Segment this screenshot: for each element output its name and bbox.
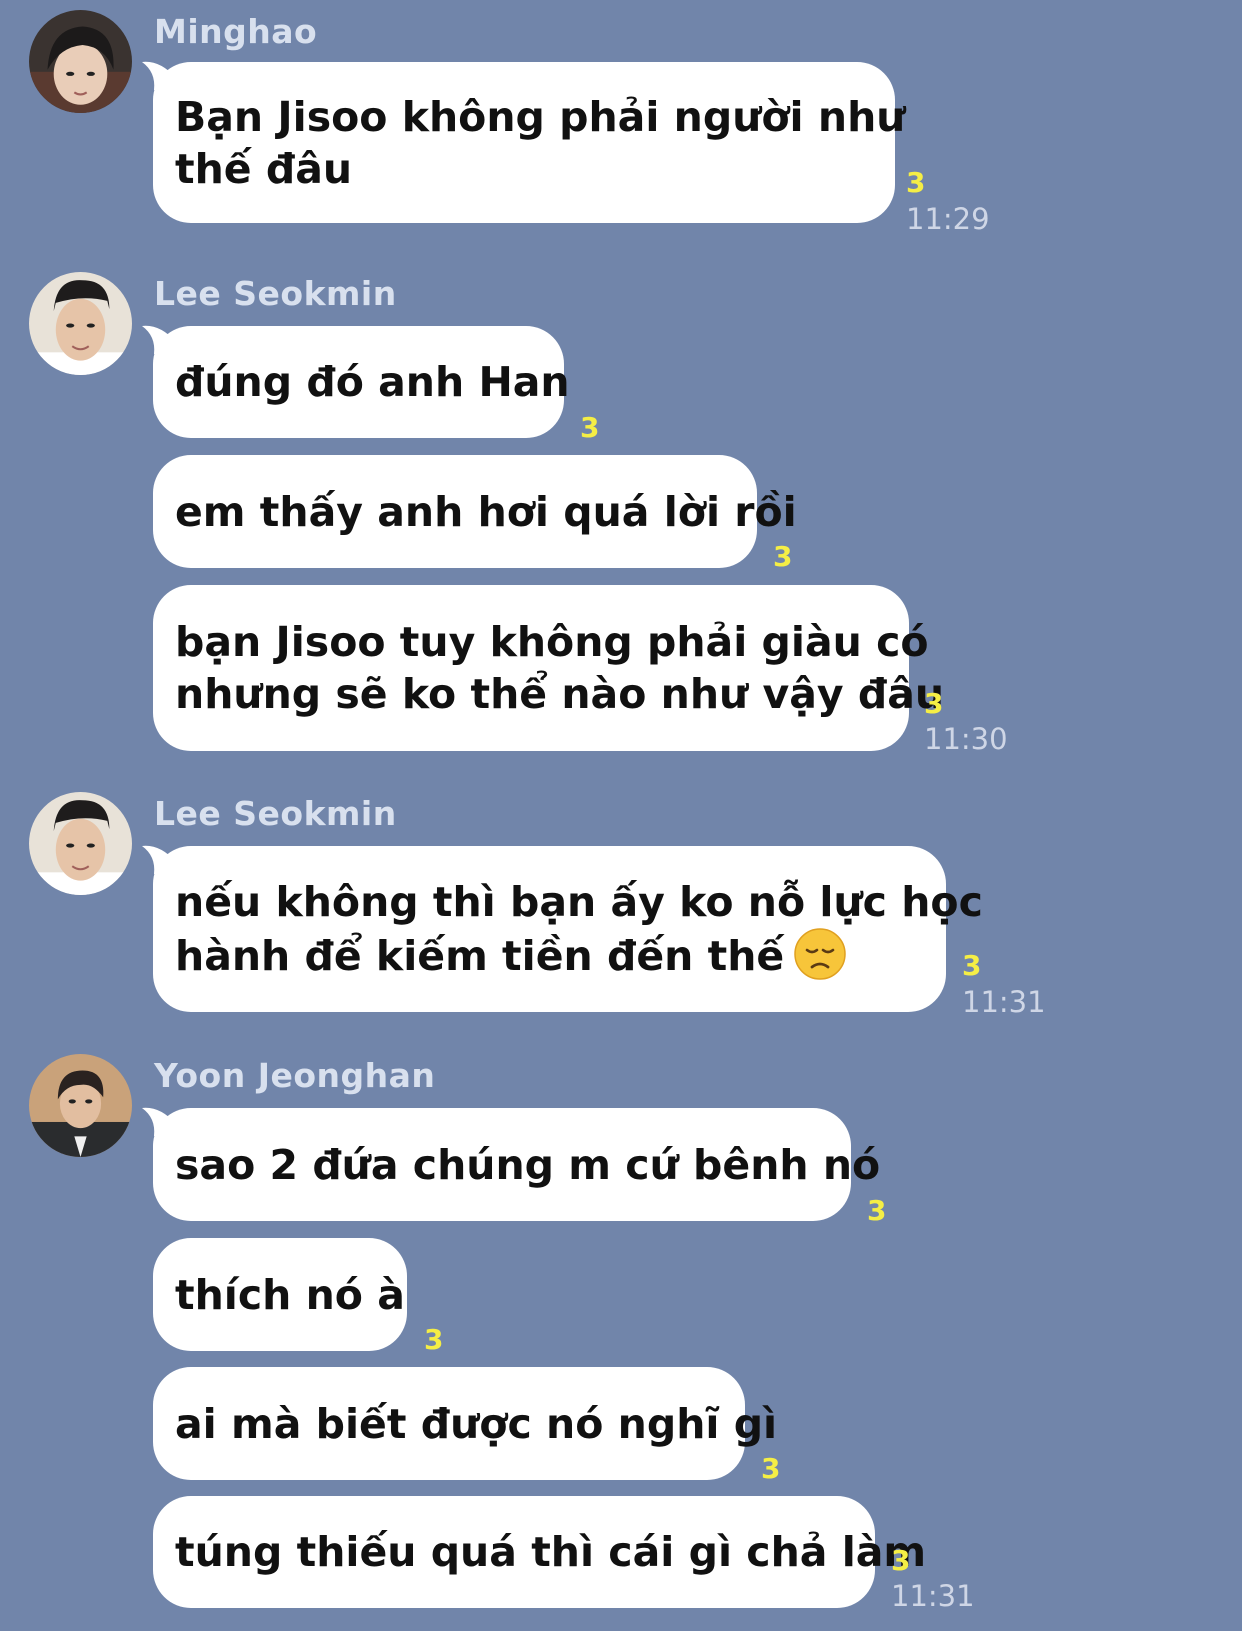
sender-name: Lee Seokmin	[154, 274, 397, 313]
read-count: 3	[867, 1194, 887, 1227]
message-bubble[interactable]: ai mà biết được nó nghĩ gì	[153, 1367, 778, 1480]
message-bubble[interactable]: em thấy anh hơi quá lời rồi	[153, 455, 797, 568]
message-text: đúng đó anh Han	[175, 358, 570, 406]
read-count: 3	[891, 1544, 911, 1577]
message-bubble[interactable]: thích nó à	[153, 1238, 407, 1351]
message-text: nhưng sẽ ko thể nào như vậy đâu	[175, 670, 945, 718]
read-count: 3	[906, 166, 926, 199]
message-bubble[interactable]: sao 2 đứa chúng m cứ bênh nó	[153, 1108, 881, 1221]
message-bubble[interactable]: bạn Jisoo tuy không phải giàu có nhưng s…	[153, 585, 945, 751]
sender-name: Yoon Jeonghan	[154, 1056, 436, 1095]
sender-name: Minghao	[154, 12, 318, 51]
message-text: nếu không thì bạn ấy ko nỗ lực học	[175, 878, 983, 926]
message-text: hành để kiếm tiền đến thế	[175, 932, 785, 980]
message-text: bạn Jisoo tuy không phải giàu có	[175, 618, 929, 666]
read-count: 3	[424, 1323, 444, 1356]
message-text: em thấy anh hơi quá lời rồi	[175, 487, 797, 536]
message-text: Bạn Jisoo không phải người như	[175, 92, 906, 141]
timestamp: 11:31	[891, 1579, 975, 1613]
read-count: 3	[761, 1452, 781, 1485]
avatar-lee-seokmin[interactable]	[29, 792, 132, 895]
read-count: 3	[773, 540, 793, 573]
disappointed-face-emoji	[794, 928, 846, 980]
message-bubble[interactable]: Bạn Jisoo không phải người như thế đâu	[153, 62, 906, 223]
sender-name: Lee Seokmin	[154, 794, 397, 833]
message-bubble[interactable]: nếu không thì bạn ấy ko nỗ lực học hành …	[153, 846, 983, 1012]
avatar-lee-seokmin[interactable]	[29, 272, 132, 375]
message-bubble[interactable]: túng thiếu quá thì cái gì chả làm	[153, 1496, 927, 1608]
message-text: túng thiếu quá thì cái gì chả làm	[175, 1528, 927, 1576]
read-count: 3	[924, 687, 944, 720]
timestamp: 11:29	[906, 202, 990, 236]
timestamp: 11:31	[962, 985, 1046, 1019]
message-bubble[interactable]: đúng đó anh Han	[153, 326, 570, 438]
message-text: sao 2 đứa chúng m cứ bênh nó	[175, 1140, 881, 1189]
read-count: 3	[962, 949, 982, 982]
message-text: thế đâu	[175, 144, 353, 193]
read-count: 3	[580, 411, 600, 444]
message-text: ai mà biết được nó nghĩ gì	[175, 1399, 778, 1448]
message-text: thích nó à	[175, 1270, 405, 1319]
avatar-minghao[interactable]	[29, 10, 132, 113]
timestamp: 11:30	[924, 722, 1008, 756]
avatar-yoon-jeonghan[interactable]	[29, 1054, 132, 1157]
